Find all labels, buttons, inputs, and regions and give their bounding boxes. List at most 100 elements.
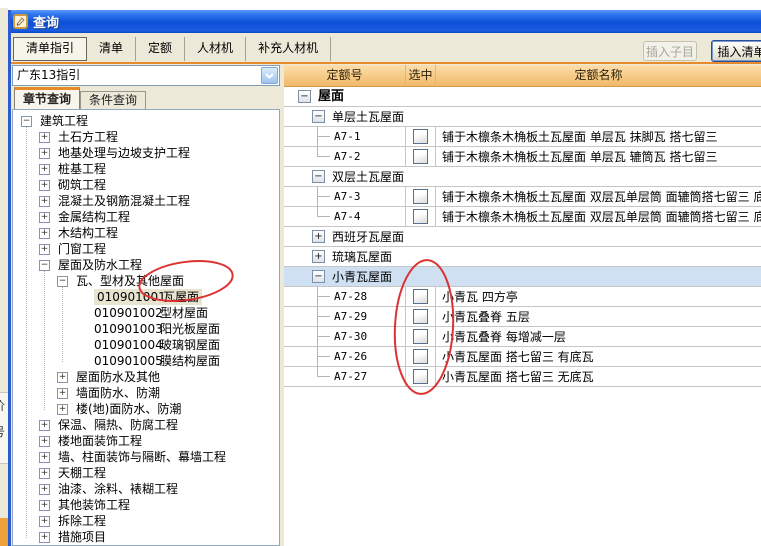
tree-expand-toggle[interactable]: + — [39, 179, 50, 191]
tree-expand-toggle[interactable]: + — [39, 147, 50, 159]
tree-node-其他装饰工程[interactable]: + 其他装饰工程 — [13, 497, 279, 513]
insert-list-button[interactable]: 插入清单 — [711, 40, 761, 62]
tab-清单[interactable]: 清单 — [87, 37, 137, 61]
table-row-A7-29[interactable]: A7-29 小青瓦叠脊 五层 — [284, 307, 761, 327]
table-group-小青瓦屋面[interactable]: − 小青瓦屋面 — [284, 267, 761, 287]
row-connector — [317, 327, 318, 347]
insert-subitem-button[interactable]: 插入子目 — [643, 41, 697, 61]
tree-expand-toggle[interactable]: + — [39, 451, 50, 463]
table-row-A7-3[interactable]: A7-3 铺于木檩条木桷板土瓦屋面 双层瓦单层筒 面辘筒搭七留三 底 — [284, 187, 761, 207]
row-checkbox-A7-1[interactable] — [413, 129, 428, 144]
tree-node-混凝土及钢筋混凝土工程[interactable]: + 混凝土及钢筋混凝土工程 — [13, 193, 279, 209]
tree-item-010901002[interactable]: 010901002型材屋面 — [13, 305, 279, 321]
table-row-A7-26[interactable]: A7-26 小青瓦屋面 搭七留三 有底瓦 — [284, 347, 761, 367]
tree-node-土石方工程[interactable]: + 土石方工程 — [13, 129, 279, 145]
tree-item-010901005[interactable]: 010901005膜结构屋面 — [13, 353, 279, 369]
tree-item-010901001[interactable]: 010901001瓦屋面 — [13, 289, 279, 305]
table-group-toggle[interactable]: − — [312, 170, 325, 183]
tree-node-楼(地)面防水、防潮[interactable]: + 楼(地)面防水、防潮 — [13, 401, 279, 417]
table-group-琉璃瓦屋面[interactable]: + 琉璃瓦屋面 — [284, 247, 761, 267]
tree-node-桩基工程[interactable]: + 桩基工程 — [13, 161, 279, 177]
tree-expand-toggle[interactable]: + — [39, 227, 50, 239]
table-row-A7-2[interactable]: A7-2 铺于木檩条木桷板土瓦屋面 单层瓦 辘筒瓦 搭七留三 — [284, 147, 761, 167]
tree-node-油漆、涂料、裱糊工程[interactable]: + 油漆、涂料、裱糊工程 — [13, 481, 279, 497]
tree-expand-toggle[interactable]: + — [39, 195, 50, 207]
table-group-toggle[interactable]: + — [312, 230, 325, 243]
tree-node-建筑工程[interactable]: − 建筑工程 — [13, 113, 279, 129]
left-tab-章节查询[interactable]: 章节查询 — [14, 87, 81, 109]
row-checkbox-A7-2[interactable] — [413, 149, 428, 164]
column-header-selected[interactable]: 选中 — [406, 65, 436, 86]
tree-expand-toggle[interactable]: + — [57, 387, 68, 399]
table-group-toggle[interactable]: − — [312, 110, 325, 123]
table-group-toggle[interactable]: + — [312, 250, 325, 263]
tree-expand-toggle[interactable]: − — [21, 115, 32, 127]
titlebar[interactable]: 查询 — [8, 10, 761, 33]
tree-item-label: 010901003阳光板屋面 — [94, 321, 220, 337]
quota-name: 小青瓦叠脊 每增减一层 — [442, 330, 566, 344]
table-group-单层土瓦屋面[interactable]: − 单层土瓦屋面 — [284, 107, 761, 127]
row-checkbox-A7-28[interactable] — [413, 289, 428, 304]
row-checkbox-A7-30[interactable] — [413, 329, 428, 344]
column-header-name[interactable]: 定额名称 — [436, 65, 761, 86]
tree-expand-toggle[interactable]: + — [57, 403, 68, 415]
tree-expand-toggle[interactable]: + — [39, 435, 50, 447]
table-group-双层土瓦屋面[interactable]: − 双层土瓦屋面 — [284, 167, 761, 187]
tree-expand-toggle[interactable]: + — [39, 531, 50, 543]
tab-定额[interactable]: 定额 — [136, 37, 186, 61]
tree-item-010901003[interactable]: 010901003阳光板屋面 — [13, 321, 279, 337]
tree-node-砌筑工程[interactable]: + 砌筑工程 — [13, 177, 279, 193]
tree-node-地基处理与边坡支护工程[interactable]: + 地基处理与边坡支护工程 — [13, 145, 279, 161]
tree-expand-toggle[interactable]: − — [39, 259, 50, 271]
tree-node-金属结构工程[interactable]: + 金属结构工程 — [13, 209, 279, 225]
tree-expand-toggle[interactable]: + — [39, 131, 50, 143]
tree-node-屋面防水及其他[interactable]: + 屋面防水及其他 — [13, 369, 279, 385]
tree-expand-toggle[interactable]: + — [39, 467, 50, 479]
table-group-屋面[interactable]: − 屋面 — [284, 87, 761, 107]
row-checkbox-A7-29[interactable] — [413, 309, 428, 324]
table-group-toggle[interactable]: − — [312, 270, 325, 283]
tree-node-墙、柱面装饰与隔断、幕墙工程[interactable]: + 墙、柱面装饰与隔断、幕墙工程 — [13, 449, 279, 465]
row-checkbox-A7-26[interactable] — [413, 349, 428, 364]
table-group-西班牙瓦屋面[interactable]: + 西班牙瓦屋面 — [284, 227, 761, 247]
tree-node-天棚工程[interactable]: + 天棚工程 — [13, 465, 279, 481]
tree-node-保温、隔热、防腐工程[interactable]: + 保温、隔热、防腐工程 — [13, 417, 279, 433]
table-row-A7-1[interactable]: A7-1 铺于木檩条木桷板土瓦屋面 单层瓦 抹脚瓦 搭七留三 — [284, 127, 761, 147]
table-row-A7-27[interactable]: A7-27 小青瓦屋面 搭七留三 无底瓦 — [284, 367, 761, 387]
tree-expand-toggle[interactable]: + — [39, 243, 50, 255]
row-checkbox-A7-27[interactable] — [413, 369, 428, 384]
tree-expand-toggle[interactable]: + — [39, 499, 50, 511]
tab-补充人材机[interactable]: 补充人材机 — [246, 37, 332, 61]
tree-node-墙面防水、防潮[interactable]: + 墙面防水、防潮 — [13, 385, 279, 401]
table-row-A7-4[interactable]: A7-4 铺于木檩条木桷板土瓦屋面 双层瓦单层筒 面辘筒搭七留三 底 — [284, 207, 761, 227]
tree-node-楼地面装饰工程[interactable]: + 楼地面装饰工程 — [13, 433, 279, 449]
row-checkbox-A7-4[interactable] — [413, 209, 428, 224]
table-row-A7-28[interactable]: A7-28 小青瓦 四方亭 — [284, 287, 761, 307]
tree-node-门窗工程[interactable]: + 门窗工程 — [13, 241, 279, 257]
tree-expand-toggle[interactable]: + — [39, 163, 50, 175]
tree-node-木结构工程[interactable]: + 木结构工程 — [13, 225, 279, 241]
table-row-A7-30[interactable]: A7-30 小青瓦叠脊 每增减一层 — [284, 327, 761, 347]
tree-node-屋面及防水工程[interactable]: − 屋面及防水工程 — [13, 257, 279, 273]
tab-人材机[interactable]: 人材机 — [185, 37, 247, 61]
guide-dropdown[interactable]: 广东13指引 — [12, 65, 280, 86]
tree-node-措施项目[interactable]: + 措施项目 — [13, 529, 279, 545]
background-window-fragment: 价 号 — [0, 392, 8, 464]
tree-item-label: 混凝土及钢筋混凝土工程 — [58, 194, 191, 208]
table-group-toggle[interactable]: − — [298, 90, 311, 103]
column-header-code[interactable]: 定额号 — [284, 65, 406, 86]
tree-expand-toggle[interactable]: + — [39, 515, 50, 527]
tab-清单指引[interactable]: 清单指引 — [13, 37, 88, 61]
tree-node-瓦、型材及其他屋面[interactable]: − 瓦、型材及其他屋面 — [13, 273, 279, 289]
tree-expand-toggle[interactable]: + — [39, 419, 50, 431]
tree-expand-toggle[interactable]: + — [39, 483, 50, 495]
left-tab-条件查询[interactable]: 条件查询 — [80, 91, 147, 109]
row-checkbox-A7-3[interactable] — [413, 189, 428, 204]
tree-node-拆除工程[interactable]: + 拆除工程 — [13, 513, 279, 529]
tree-expand-toggle[interactable]: − — [57, 275, 68, 287]
tree-expand-toggle[interactable]: + — [57, 371, 68, 383]
tree-expand-toggle[interactable]: + — [39, 211, 50, 223]
quota-code: A7-27 — [334, 370, 368, 383]
tree-item-010901004[interactable]: 010901004玻璃钢屋面 — [13, 337, 279, 353]
chevron-down-icon[interactable] — [261, 67, 278, 84]
